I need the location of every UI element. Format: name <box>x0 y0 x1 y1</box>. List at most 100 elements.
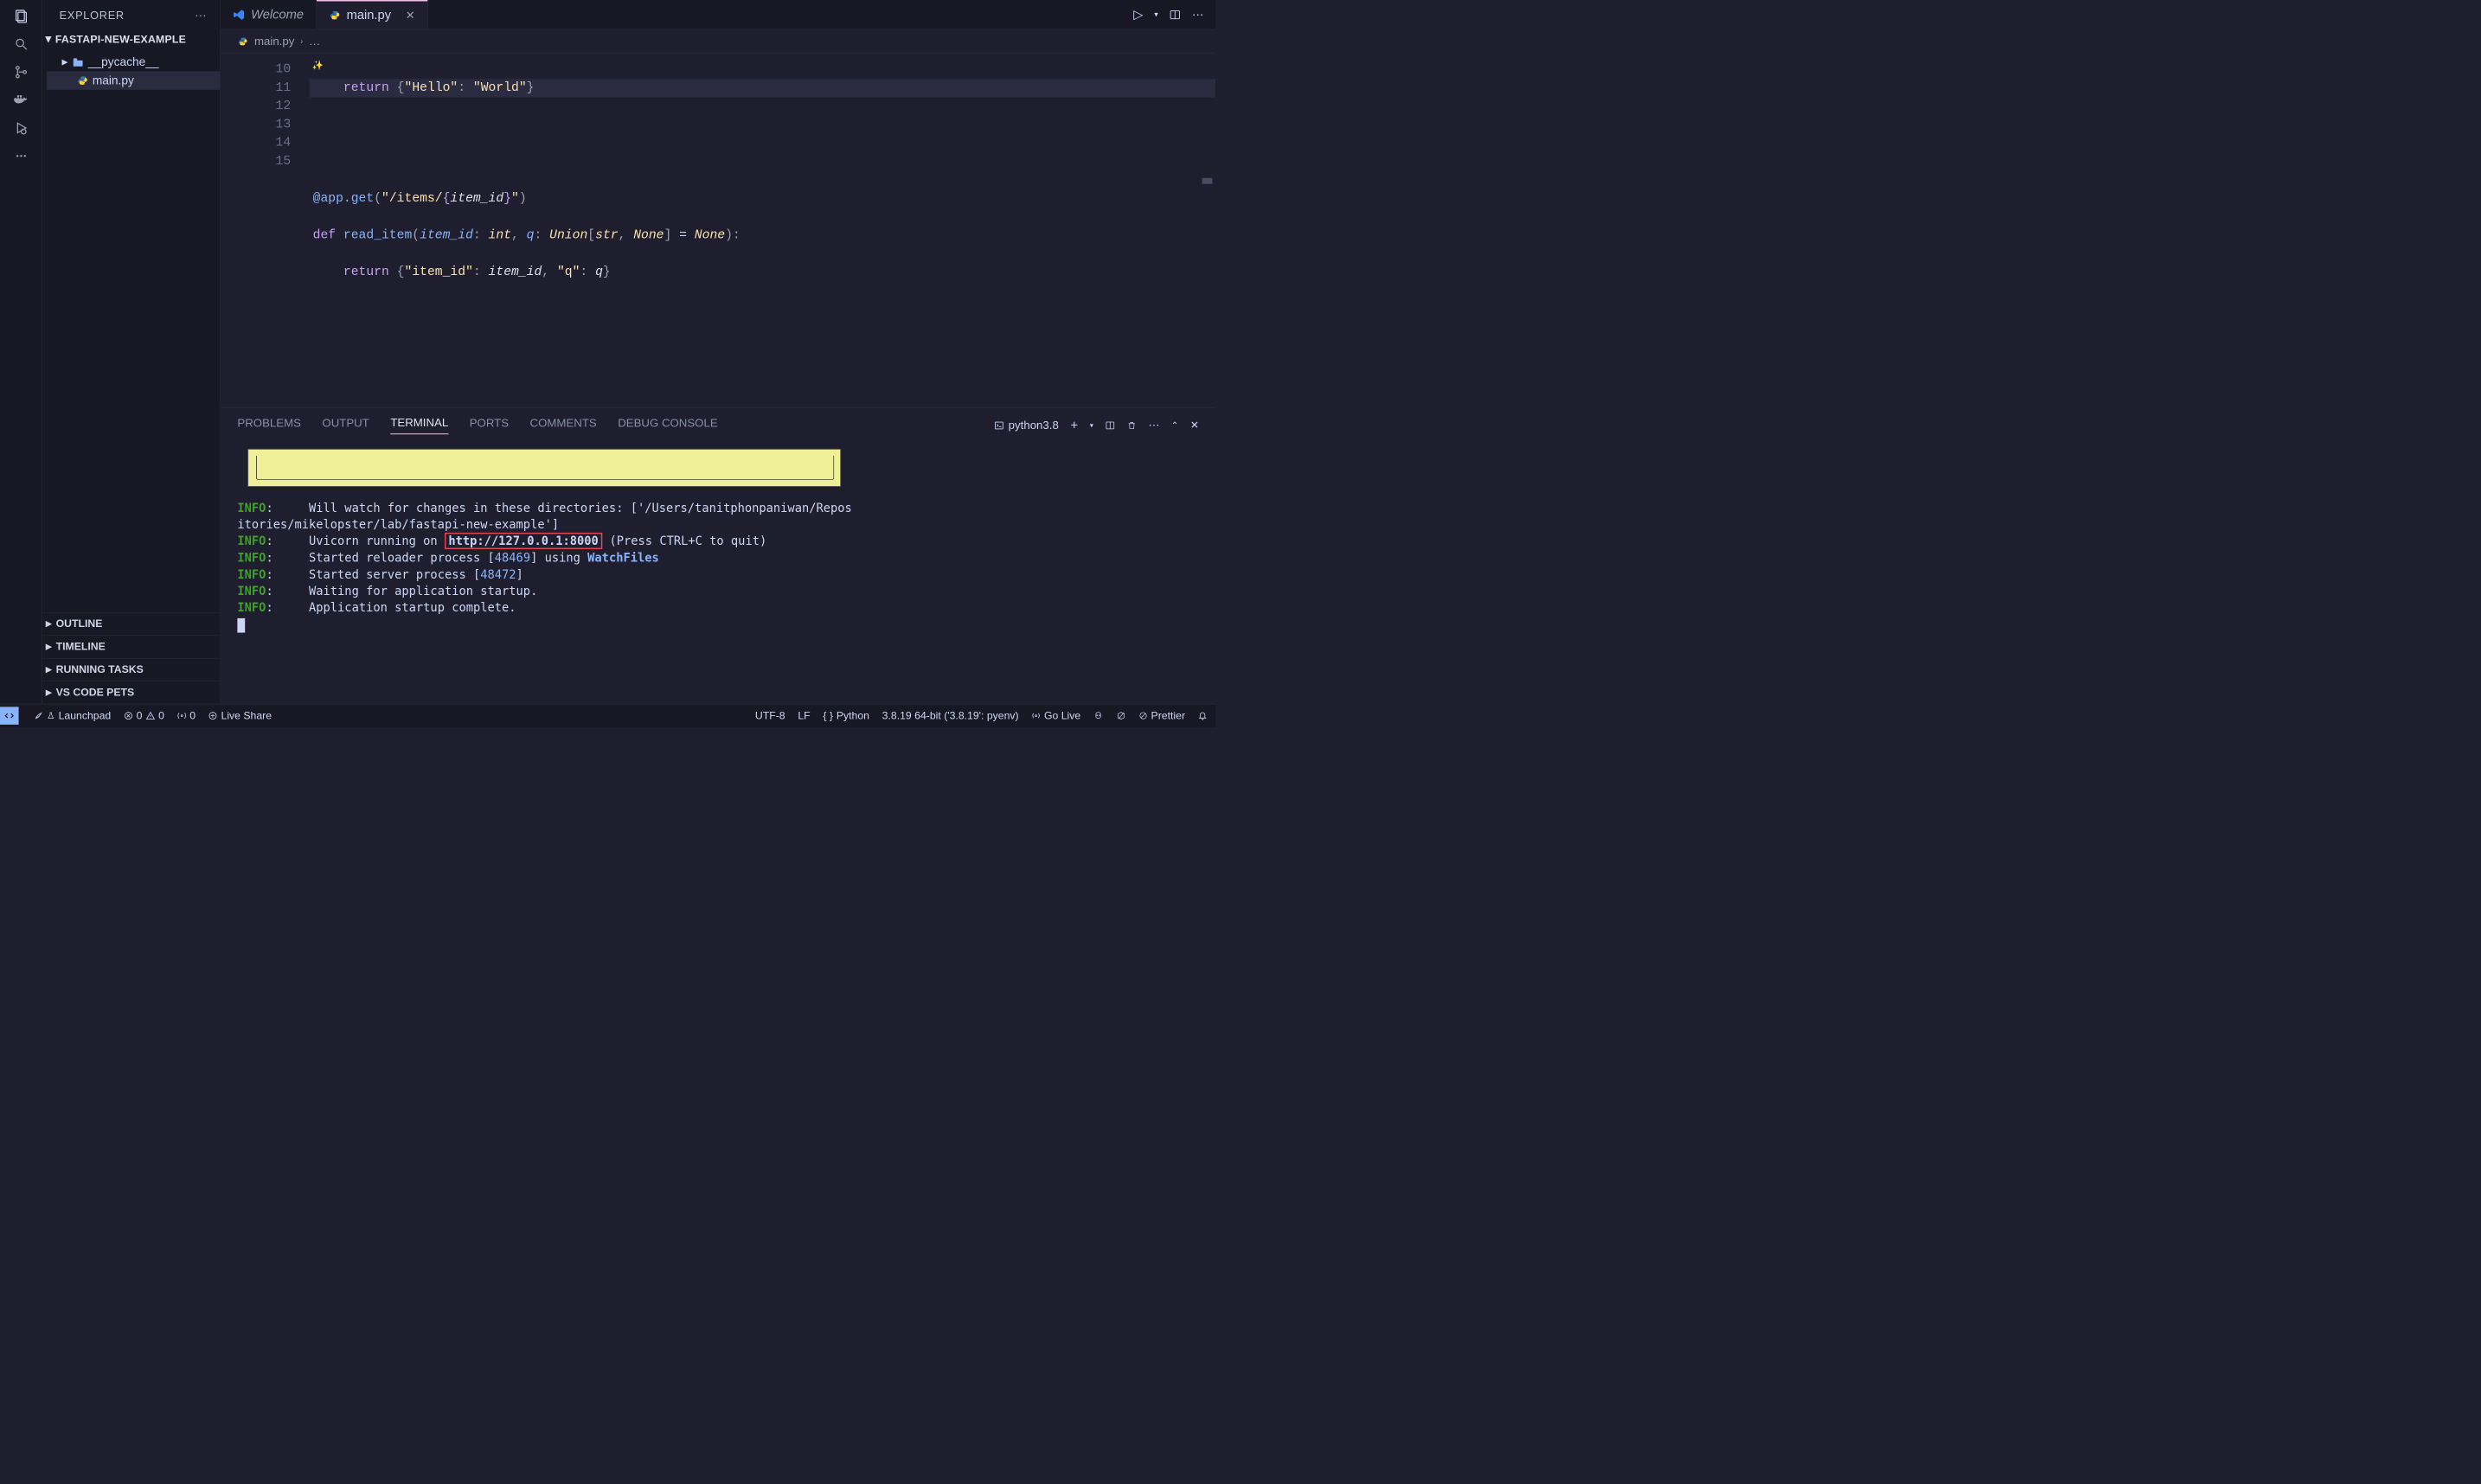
explorer-icon[interactable] <box>12 8 29 25</box>
sidebar-title: EXPLORER <box>60 9 125 22</box>
run-debug-icon[interactable] <box>12 119 29 137</box>
breadcrumb-separator: › <box>300 37 303 46</box>
status-encoding[interactable]: UTF-8 <box>755 710 785 722</box>
antenna-icon <box>177 711 187 720</box>
status-label: LF <box>798 710 810 722</box>
editor-more-icon[interactable]: ⋯ <box>1192 8 1204 22</box>
block-icon <box>1139 712 1148 720</box>
sidebar-section-vscode-pets[interactable]: ▶ VS CODE PETS <box>42 681 220 703</box>
chevron-right-icon: ▶ <box>46 619 52 628</box>
more-icon[interactable] <box>12 148 29 165</box>
status-copilot[interactable] <box>1093 711 1104 720</box>
tree-item-label: __pycache__ <box>88 55 159 69</box>
tree-folder-pycache[interactable]: ▶ __pycache__ <box>47 53 220 72</box>
tab-welcome[interactable]: Welcome <box>221 0 317 29</box>
broadcast-icon <box>1031 711 1041 720</box>
python-file-icon <box>330 10 341 21</box>
flask-icon <box>47 712 55 720</box>
panel-tab-bar: PROBLEMS OUTPUT TERMINAL PORTS COMMENTS … <box>221 407 1216 443</box>
status-language[interactable]: { } Python <box>823 710 869 722</box>
sidebar-more-icon[interactable]: ⋯ <box>195 9 207 22</box>
panel-tab-debug-console[interactable]: DEBUG CONSOLE <box>618 417 717 434</box>
status-eslint[interactable] <box>1116 711 1126 720</box>
tree-file-main[interactable]: main.py <box>47 71 220 90</box>
status-ports[interactable]: 0 <box>177 710 196 722</box>
warning-icon <box>145 711 155 720</box>
status-label: Live Share <box>221 710 272 722</box>
status-notifications[interactable] <box>1198 711 1208 720</box>
terminal-cursor <box>237 618 245 633</box>
close-tab-icon[interactable]: ✕ <box>406 9 415 22</box>
status-label: Python <box>837 710 869 722</box>
breadcrumb-file: main.py <box>254 35 294 48</box>
section-label: OUTLINE <box>56 617 103 630</box>
tab-label: Welcome <box>251 8 304 22</box>
code-body[interactable]: return {"Hello": "World"} @app.get("/ite… <box>310 54 1216 407</box>
remote-indicator[interactable] <box>0 707 19 725</box>
panel-tab-ports[interactable]: PORTS <box>470 417 509 434</box>
error-icon <box>124 711 133 720</box>
status-launchpad[interactable]: Launchpad <box>34 710 111 722</box>
braces-icon: { } <box>823 710 833 722</box>
new-terminal-icon[interactable]: + <box>1071 418 1079 432</box>
panel-tab-terminal[interactable]: TERMINAL <box>390 416 448 434</box>
status-label: Go Live <box>1044 710 1080 722</box>
ai-suggestion-icon[interactable]: ✨ <box>312 60 324 74</box>
status-label: UTF-8 <box>755 710 785 722</box>
terminal-profile-indicator[interactable]: python3.8 <box>994 419 1059 432</box>
status-label: Launchpad <box>59 710 112 722</box>
ports-count: 0 <box>189 710 196 722</box>
breadcrumb-bar[interactable]: main.py › … <box>221 29 1216 53</box>
highlighted-command-box <box>247 449 841 487</box>
sidebar-section-running-tasks[interactable]: ▶RUNNING TASKS <box>42 658 220 681</box>
line-number-gutter: 10 11 12 13 14 15 <box>221 54 310 407</box>
warning-count: 0 <box>158 710 164 722</box>
python-file-icon <box>77 75 88 86</box>
panel-close-icon[interactable]: ✕ <box>1190 419 1199 432</box>
chevron-right-icon: ▶ <box>46 643 52 651</box>
error-count: 0 <box>137 710 143 722</box>
kill-terminal-icon[interactable] <box>1127 420 1137 431</box>
split-editor-icon[interactable] <box>1169 9 1181 21</box>
bottom-panel: PROBLEMS OUTPUT TERMINAL PORTS COMMENTS … <box>221 407 1216 704</box>
sidebar-section-outline[interactable]: ▶ OUTLINE <box>42 612 220 635</box>
panel-more-icon[interactable]: ⋯ <box>1148 419 1159 432</box>
liveshare-icon <box>208 711 218 720</box>
search-icon[interactable] <box>12 35 29 53</box>
run-dropdown-icon[interactable]: ▾ <box>1154 10 1157 19</box>
tab-main-py[interactable]: main.py ✕ <box>317 0 427 29</box>
sidebar-section-timeline[interactable]: ▶ TIMELINE <box>42 636 220 658</box>
server-url-highlight[interactable]: http://127.0.0.1:8000 <box>445 533 602 549</box>
status-problems[interactable]: 0 0 <box>124 710 164 722</box>
code-editor[interactable]: ✨ 10 11 12 13 14 15 return {"Hello": "Wo… <box>221 54 1216 407</box>
run-file-button[interactable]: ▷ <box>1133 7 1143 22</box>
breadcrumb-tail: … <box>309 35 320 48</box>
project-section-header[interactable]: ▶ FASTAPI-NEW-EXAMPLE <box>42 27 220 53</box>
chevron-right-icon: ▶ <box>46 688 52 697</box>
panel-tab-problems[interactable]: PROBLEMS <box>237 417 301 434</box>
panel-maximize-icon[interactable]: ⌃ <box>1171 420 1178 431</box>
split-terminal-icon[interactable] <box>1105 420 1115 431</box>
status-label: Prettier <box>1151 710 1185 722</box>
section-label: VS CODE PETS <box>56 687 135 699</box>
terminal-profile-label: python3.8 <box>1009 419 1059 432</box>
source-control-icon[interactable] <box>12 64 29 81</box>
status-liveshare[interactable]: Live Share <box>208 710 272 722</box>
section-label: RUNNING TASKS <box>56 663 144 675</box>
status-golive[interactable]: Go Live <box>1031 710 1080 722</box>
terminal-output[interactable]: INFO: Will watch for changes in these di… <box>221 443 1216 704</box>
section-label: TIMELINE <box>56 641 106 653</box>
python-file-icon <box>237 36 248 46</box>
new-terminal-dropdown-icon[interactable]: ▾ <box>1090 421 1093 430</box>
status-interpreter[interactable]: 3.8.19 64-bit ('3.8.19': pyenv) <box>882 710 1019 722</box>
docker-icon[interactable] <box>12 92 29 109</box>
panel-tab-output[interactable]: OUTPUT <box>322 417 369 434</box>
eslint-icon <box>1116 711 1126 720</box>
status-eol[interactable]: LF <box>798 710 810 722</box>
folder-icon <box>72 57 84 67</box>
activity-bar <box>0 0 42 704</box>
tree-item-label: main.py <box>93 74 134 87</box>
terminal-icon <box>994 420 1004 431</box>
panel-tab-comments[interactable]: COMMENTS <box>530 417 597 434</box>
status-prettier[interactable]: Prettier <box>1139 710 1185 722</box>
